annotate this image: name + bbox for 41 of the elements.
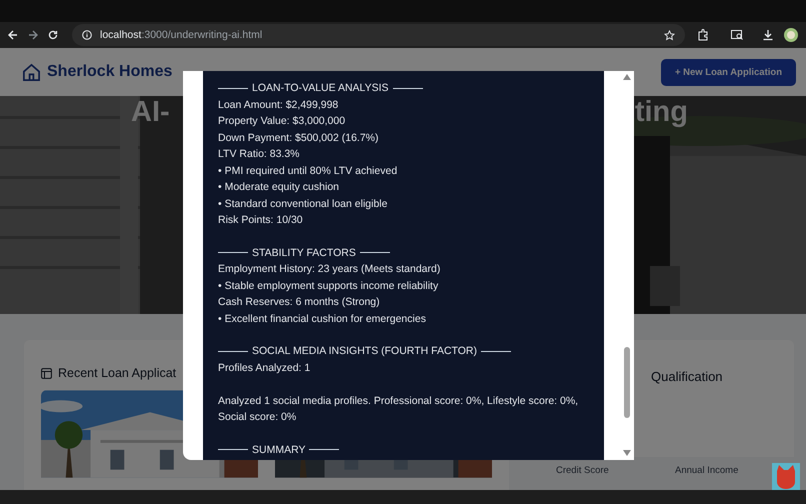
address-bar[interactable]: localhost:3000/underwriting-ai.html (72, 24, 685, 46)
scroll-up-icon[interactable] (623, 74, 631, 80)
card-title: Recent Loan Applicat (58, 366, 176, 380)
back-icon[interactable] (8, 30, 18, 40)
profile-icon[interactable] (784, 28, 798, 42)
brand-name: Sherlock Homes (47, 63, 172, 81)
house-icon (22, 62, 41, 82)
report-line: Risk Points: 10/30 (218, 213, 304, 228)
hero-title: ting (634, 96, 688, 128)
report-line: Analyzed 1 social media profiles. Professional score: 0%, Lifestyle score: 0%, Social score: 0% (218, 394, 580, 425)
column-header: Credit Score (556, 465, 610, 476)
card-title: Qualification (651, 369, 723, 384)
puzzle-icon[interactable] (697, 29, 709, 41)
table-icon (41, 368, 52, 378)
hero-title: AI- (131, 96, 170, 128)
section-heading: SUMMARY (252, 444, 306, 456)
section-heading: SOCIAL MEDIA INSIGHTS (FOURTH FACTOR) (252, 345, 477, 358)
report-line: • Stable employment supports income reliability (218, 278, 440, 294)
download-icon[interactable] (762, 29, 774, 41)
report-line: Down Payment: $500,002 (16.7%) (218, 130, 380, 146)
info-icon[interactable] (82, 30, 92, 40)
report-line: • PMI required until 80% LTV achieved (218, 164, 398, 178)
new-application-button[interactable]: + New Loan Application (660, 58, 796, 86)
report-line: Loan Amount: $2,499,998 (218, 98, 340, 112)
forward-icon[interactable] (28, 30, 38, 40)
report-line: LTV Ratio: 83.3% (218, 147, 301, 162)
tab-search-icon[interactable] (731, 30, 744, 40)
report-line: • Moderate equity cushion (218, 180, 340, 195)
section-heading: LOAN-TO-VALUE ANALYSIS (252, 82, 389, 94)
report-line: Employment History: 23 years (Meets standard) (218, 262, 442, 277)
star-icon[interactable] (664, 30, 675, 40)
scrollbar-thumb[interactable] (624, 347, 630, 418)
reload-icon[interactable] (48, 30, 58, 40)
report-line: • Standard conventional loan eligible (218, 196, 388, 212)
report-line: Profiles Analyzed: 1 (218, 360, 312, 376)
report-line: Cash Reserves: 6 months (Strong) (218, 295, 381, 310)
url-text: localhost:3000/underwriting-ai.html (100, 29, 264, 41)
report-line: • Excellent financial cushion for emergencies (218, 312, 427, 326)
section-heading: STABILITY FACTORS (252, 246, 356, 259)
report-line: Property Value: $3,000,000 (218, 114, 346, 129)
column-header: Annual Income (675, 465, 740, 476)
